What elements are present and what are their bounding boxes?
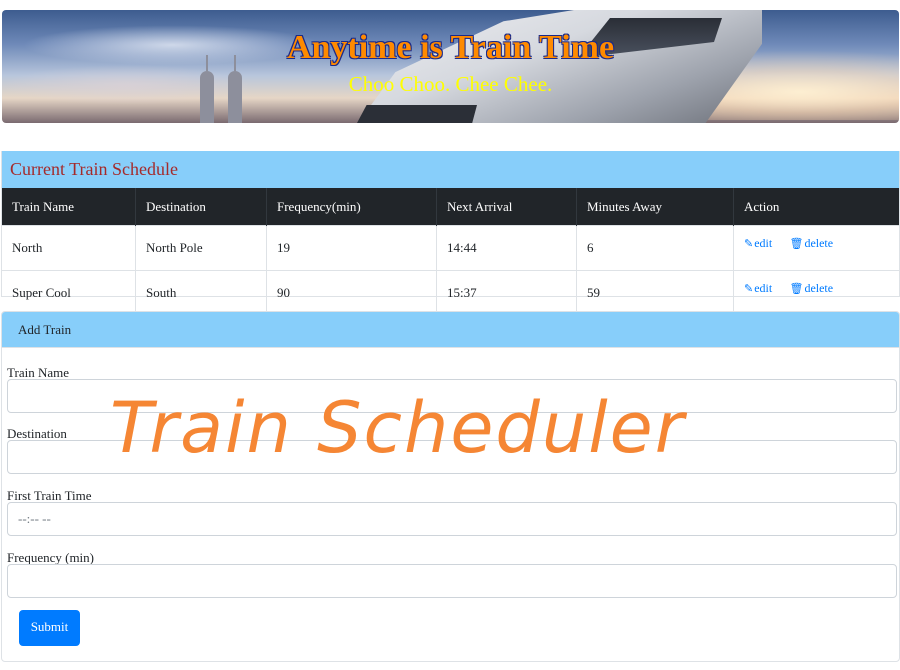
cell-next-arrival: 14:44: [436, 225, 577, 271]
delete-button[interactable]: 🗑delete: [789, 281, 833, 295]
table-row: Super Cool South 90 15:37 59 ✎edit 🗑dele…: [2, 270, 899, 315]
first-train-time-input[interactable]: --:-- --: [7, 502, 897, 536]
edit-button[interactable]: ✎edit: [744, 281, 772, 295]
train-name-input[interactable]: [7, 379, 897, 413]
add-train-card: Add Train Train Name Destination First T…: [1, 311, 900, 662]
column-header-next-arrival: Next Arrival: [436, 188, 577, 226]
submit-button[interactable]: Submit: [19, 610, 80, 646]
banner-title: Anytime is Train Time: [286, 29, 615, 66]
cell-action: ✎edit 🗑delete: [733, 225, 899, 271]
pencil-icon: ✎: [744, 283, 754, 295]
edit-label: edit: [754, 236, 773, 250]
delete-label: delete: [804, 236, 834, 250]
header-banner: Anytime is Train Time Choo Choo. Chee Ch…: [2, 10, 899, 123]
table-row: North North Pole 19 14:44 6 ✎edit 🗑delet…: [2, 225, 899, 271]
column-header-minutes-away: Minutes Away: [576, 188, 734, 226]
destination-input[interactable]: [7, 440, 897, 474]
column-header-train-name: Train Name: [2, 188, 136, 226]
edit-button[interactable]: ✎edit: [744, 236, 772, 250]
cell-destination: South: [135, 270, 267, 315]
trash-icon: 🗑: [789, 283, 804, 295]
delete-label: delete: [804, 281, 834, 295]
frequency-input[interactable]: [7, 564, 897, 598]
schedule-heading: Current Train Schedule: [2, 151, 899, 188]
cell-destination: North Pole: [135, 225, 267, 271]
cell-train-name: North: [2, 225, 136, 271]
cell-frequency: 90: [266, 270, 437, 315]
trash-icon: 🗑: [789, 238, 804, 250]
banner-train-side: [357, 105, 477, 123]
table-header-row: Train Name Destination Frequency(min) Ne…: [2, 188, 899, 226]
schedule-table: Train Name Destination Frequency(min) Ne…: [2, 188, 899, 315]
cell-minutes-away: 59: [576, 270, 734, 315]
edit-label: edit: [754, 281, 773, 295]
schedule-card: Current Train Schedule Train Name Destin…: [1, 151, 900, 315]
column-header-action: Action: [733, 188, 899, 226]
column-header-frequency: Frequency(min): [266, 188, 437, 226]
delete-button[interactable]: 🗑delete: [789, 236, 833, 250]
add-train-heading: Add Train: [2, 312, 899, 348]
cell-frequency: 19: [266, 225, 437, 271]
cell-minutes-away: 6: [576, 225, 734, 271]
pencil-icon: ✎: [744, 238, 754, 250]
cell-train-name: Super Cool: [2, 270, 136, 315]
cell-action: ✎edit 🗑delete: [733, 270, 899, 315]
banner-subtitle: Choo Choo. Chee Chee.: [348, 72, 553, 96]
cell-next-arrival: 15:37: [436, 270, 577, 315]
column-header-destination: Destination: [135, 188, 267, 226]
